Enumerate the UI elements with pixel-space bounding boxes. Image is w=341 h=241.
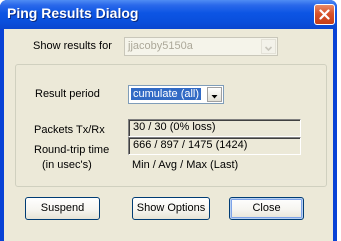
- show-results-dropdown-button[interactable]: [261, 39, 276, 54]
- packets-readout: 30 / 30 (0% loss): [128, 119, 301, 137]
- packets-label: Packets Tx/Rx: [34, 124, 105, 136]
- chevron-down-icon: [211, 95, 218, 99]
- close-button[interactable]: Close: [229, 197, 304, 220]
- show-results-select[interactable]: jjacoby5150a: [124, 37, 278, 56]
- dialog-body: Show results for jjacoby5150a Result per…: [4, 29, 333, 241]
- round-trip-legend: Min / Avg / Max (Last): [132, 159, 239, 171]
- show-results-value: jjacoby5150a: [128, 40, 193, 52]
- chevron-down-icon: [264, 46, 273, 52]
- result-period-select[interactable]: cumulate (all): [128, 85, 224, 104]
- ping-results-dialog: Ping Results Dialog Show results for jja…: [0, 0, 341, 241]
- round-trip-label: Round-trip time: [34, 144, 110, 156]
- round-trip-unit-label: (in usec's): [42, 159, 92, 171]
- close-icon: [319, 9, 330, 20]
- round-trip-value: 666 / 897 / 1475 (1424): [133, 139, 248, 151]
- packets-value: 30 / 30 (0% loss): [133, 121, 216, 133]
- result-period-label: Result period: [35, 88, 100, 100]
- round-trip-readout: 666 / 897 / 1475 (1424): [128, 137, 301, 155]
- show-results-label: Show results for: [33, 40, 112, 52]
- show-options-button[interactable]: Show Options: [132, 197, 210, 220]
- result-period-dropdown-button[interactable]: [207, 87, 222, 102]
- close-window-button[interactable]: [314, 4, 335, 25]
- result-period-value: cumulate (all): [131, 88, 202, 100]
- title-bar[interactable]: Ping Results Dialog: [0, 0, 337, 29]
- suspend-button[interactable]: Suspend: [25, 197, 100, 220]
- window-title: Ping Results Dialog: [7, 5, 139, 21]
